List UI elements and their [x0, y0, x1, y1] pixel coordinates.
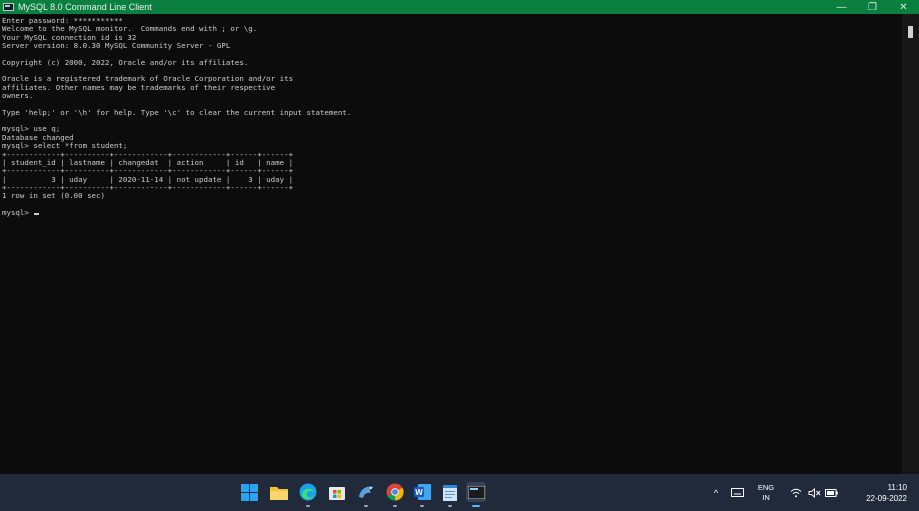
clock-date: 22-09-2022: [866, 493, 907, 503]
console-line: affiliates. Other names may be trademark…: [2, 82, 276, 92]
console-prompt-line[interactable]: mysql>: [2, 207, 902, 217]
console-line: Welcome to the MySQL monitor. Commands e…: [2, 24, 258, 34]
restore-button[interactable]: ❐: [857, 0, 888, 14]
windows-logo-icon: [240, 483, 258, 501]
clock-time: 11:10: [887, 482, 907, 492]
clock[interactable]: 11:10 22-09-2022: [859, 474, 907, 511]
vertical-scrollbar[interactable]: [902, 14, 919, 474]
notepad-icon: [443, 484, 457, 501]
keyboard-icon[interactable]: [729, 474, 745, 511]
console-text: Enter password: *********** Welcome to th…: [0, 14, 902, 217]
chrome-browser-button[interactable]: [385, 482, 405, 507]
show-hidden-icons-button[interactable]: ^: [709, 474, 723, 511]
text-cursor: [34, 212, 40, 215]
console-output[interactable]: Enter password: *********** Welcome to th…: [0, 14, 902, 474]
mysql-workbench-button[interactable]: [356, 482, 376, 507]
region-code: IN: [762, 492, 770, 502]
console-line: Server version: 8.0.30 MySQL Community S…: [2, 41, 231, 51]
notepad-button[interactable]: [440, 482, 460, 507]
running-indicator: [393, 505, 397, 507]
start-button[interactable]: [239, 482, 259, 502]
language-code: ENG: [757, 482, 775, 492]
minimize-button[interactable]: —: [826, 0, 857, 14]
console-line: 1 row in set (0.00 sec): [2, 191, 105, 201]
file-explorer-button[interactable]: [269, 482, 289, 502]
store-icon: [329, 487, 345, 500]
scrollbar-thumb[interactable]: [908, 26, 913, 38]
chrome-icon: [386, 483, 404, 501]
close-button[interactable]: ✕: [888, 0, 919, 14]
window-title: MySQL 8.0 Command Line Client: [18, 2, 152, 12]
edge-icon: [299, 483, 317, 501]
folder-icon: [270, 486, 288, 500]
microsoft-store-button[interactable]: [327, 482, 347, 502]
wifi-icon[interactable]: [789, 474, 803, 511]
window-controls: — ❐ ✕: [826, 0, 919, 14]
running-indicator: [420, 505, 424, 507]
edge-browser-button[interactable]: [298, 482, 318, 507]
word-button[interactable]: W: [412, 482, 432, 507]
system-tray: ^ ENG IN 11:10 22-09-2022: [699, 474, 919, 511]
console-line: Copyright (c) 2000, 2022, Oracle and/or …: [2, 57, 249, 67]
word-icon: W: [413, 484, 431, 500]
title-bar[interactable]: MySQL 8.0 Command Line Client — ❐ ✕: [0, 0, 919, 14]
console-prompt: mysql>: [2, 207, 34, 217]
taskbar: W ^ ENG IN 11:10 22-09-2022: [0, 474, 919, 511]
console-app-icon: [467, 485, 485, 499]
console-line: owners.: [2, 91, 34, 101]
running-indicator: [448, 505, 452, 507]
console-app-icon: [3, 3, 14, 11]
svg-text:W: W: [415, 488, 423, 497]
dolphin-icon: [358, 486, 374, 498]
console-line: mysql> use q;: [2, 124, 61, 134]
mysql-command-line-client-button[interactable]: [466, 482, 486, 507]
active-indicator: [472, 505, 480, 507]
volume-muted-icon[interactable]: [806, 474, 822, 511]
console-line: Database changed: [2, 132, 74, 142]
language-indicator[interactable]: ENG IN: [755, 474, 777, 511]
battery-icon[interactable]: [824, 474, 838, 511]
running-indicator: [364, 505, 368, 507]
running-indicator: [306, 505, 310, 507]
console-line: Type 'help;' or '\h' for help. Type '\c'…: [2, 107, 352, 117]
console-line: +------------+----------+------------+--…: [2, 182, 294, 192]
